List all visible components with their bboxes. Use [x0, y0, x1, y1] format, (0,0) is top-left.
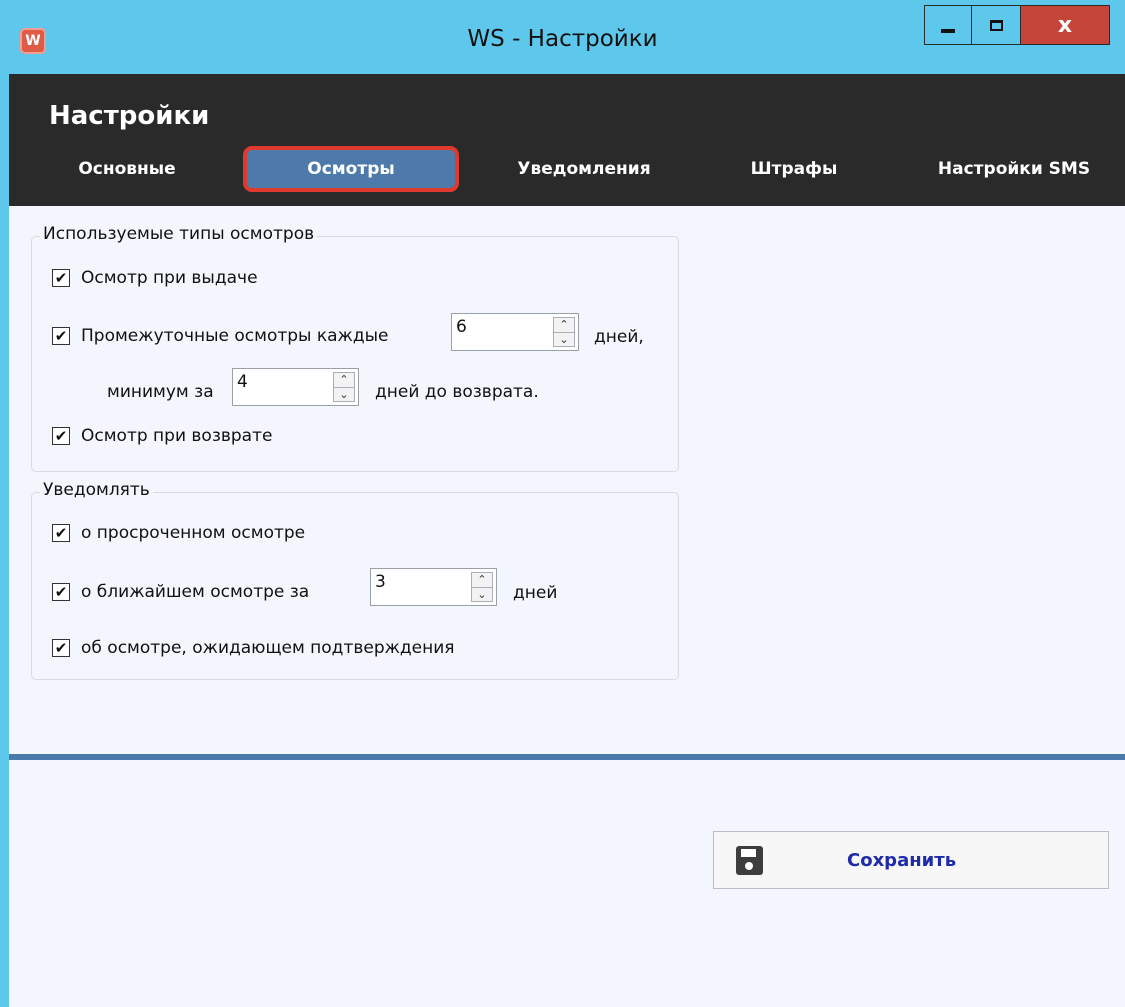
settings-content: Используемые типы осмотров ✔ Осмотр при … — [9, 206, 1125, 754]
footer: Сохранить — [9, 760, 1125, 1007]
close-button[interactable]: x — [1021, 5, 1110, 45]
notify-overdue-row[interactable]: ✔ о просроченном осмотре — [52, 523, 305, 543]
floppy-disk-icon — [736, 846, 763, 875]
notify-overdue-checkbox[interactable]: ✔ — [52, 524, 70, 542]
intermediate-every-stepper[interactable]: 6 ⌃ ⌄ — [451, 313, 579, 351]
tab-fines[interactable]: Штрафы — [709, 146, 879, 192]
notify-upcoming-stepper[interactable]: 3 ⌃ ⌄ — [370, 568, 497, 606]
notify-pending-row[interactable]: ✔ об осмотре, ожидающем подтверждения — [52, 638, 455, 658]
notify-overdue-label: о просроченном осмотре — [81, 523, 306, 543]
settings-window: W WS - Настройки x Настройки Основные Ос… — [0, 0, 1125, 1007]
intermediate-inspections-label: Промежуточные осмотры каждые — [81, 326, 389, 346]
page-title: Настройки — [49, 101, 210, 131]
spin-up-button[interactable]: ⌃ — [553, 317, 575, 333]
notify-pending-label: об осмотре, ожидающем подтверждения — [81, 638, 455, 658]
minimum-before-suffix: дней до возврата. — [375, 382, 539, 402]
maximize-icon — [989, 19, 1003, 31]
tab-sms-settings[interactable]: Настройки SMS — [904, 146, 1124, 192]
notify-group: Уведомлять ✔ о просроченном осмотре ✔ о … — [31, 480, 679, 680]
title-bar[interactable]: W WS - Настройки x — [0, 0, 1125, 74]
inspection-on-issue-label: Осмотр при выдаче — [81, 268, 258, 288]
minimum-before-label: минимум за — [107, 382, 214, 402]
intermediate-inspections-checkbox[interactable]: ✔ — [52, 327, 70, 345]
inspection-on-issue-checkbox[interactable]: ✔ — [52, 269, 70, 287]
group-legend: Используемые типы осмотров — [40, 224, 318, 244]
save-button[interactable]: Сохранить — [713, 831, 1109, 889]
tab-inspections[interactable]: Осмотры — [243, 146, 459, 192]
spin-up-button[interactable]: ⌃ — [471, 572, 493, 588]
minimum-before-stepper[interactable]: 4 ⌃ ⌄ — [232, 368, 359, 406]
intermediate-every-value[interactable]: 6 — [456, 317, 467, 337]
notify-pending-checkbox[interactable]: ✔ — [52, 639, 70, 657]
close-icon: x — [1057, 12, 1073, 38]
intermediate-days-suffix: дней, — [594, 327, 644, 347]
spin-up-button[interactable]: ⌃ — [333, 372, 355, 388]
minimum-before-value[interactable]: 4 — [237, 372, 248, 392]
save-button-label: Сохранить — [847, 850, 957, 871]
inspection-on-return-row[interactable]: ✔ Осмотр при возврате — [52, 426, 272, 446]
tab-notifications[interactable]: Уведомления — [469, 146, 699, 192]
minimize-button[interactable] — [924, 5, 972, 45]
minimize-icon — [941, 29, 955, 33]
notify-upcoming-suffix: дней — [513, 583, 558, 603]
inspection-on-return-checkbox[interactable]: ✔ — [52, 427, 70, 445]
spin-down-button[interactable]: ⌄ — [471, 587, 493, 602]
notify-upcoming-row[interactable]: ✔ о ближайшем осмотре за — [52, 582, 309, 602]
spin-down-button[interactable]: ⌄ — [333, 387, 355, 402]
intermediate-inspections-row[interactable]: ✔ Промежуточные осмотры каждые — [52, 326, 389, 346]
tab-general[interactable]: Основные — [49, 146, 205, 192]
settings-header: Настройки Основные Осмотры Уведомления Ш… — [9, 74, 1125, 206]
group-legend: Уведомлять — [40, 480, 153, 500]
notify-upcoming-value[interactable]: 3 — [375, 572, 386, 592]
spin-down-button[interactable]: ⌄ — [553, 332, 575, 347]
notify-upcoming-checkbox[interactable]: ✔ — [52, 583, 70, 601]
notify-upcoming-label: о ближайшем осмотре за — [81, 582, 310, 602]
inspection-on-return-label: Осмотр при возврате — [81, 426, 273, 446]
inspection-types-group: Используемые типы осмотров ✔ Осмотр при … — [31, 224, 679, 472]
maximize-button[interactable] — [972, 5, 1021, 45]
inspection-on-issue-row[interactable]: ✔ Осмотр при выдаче — [52, 268, 258, 288]
